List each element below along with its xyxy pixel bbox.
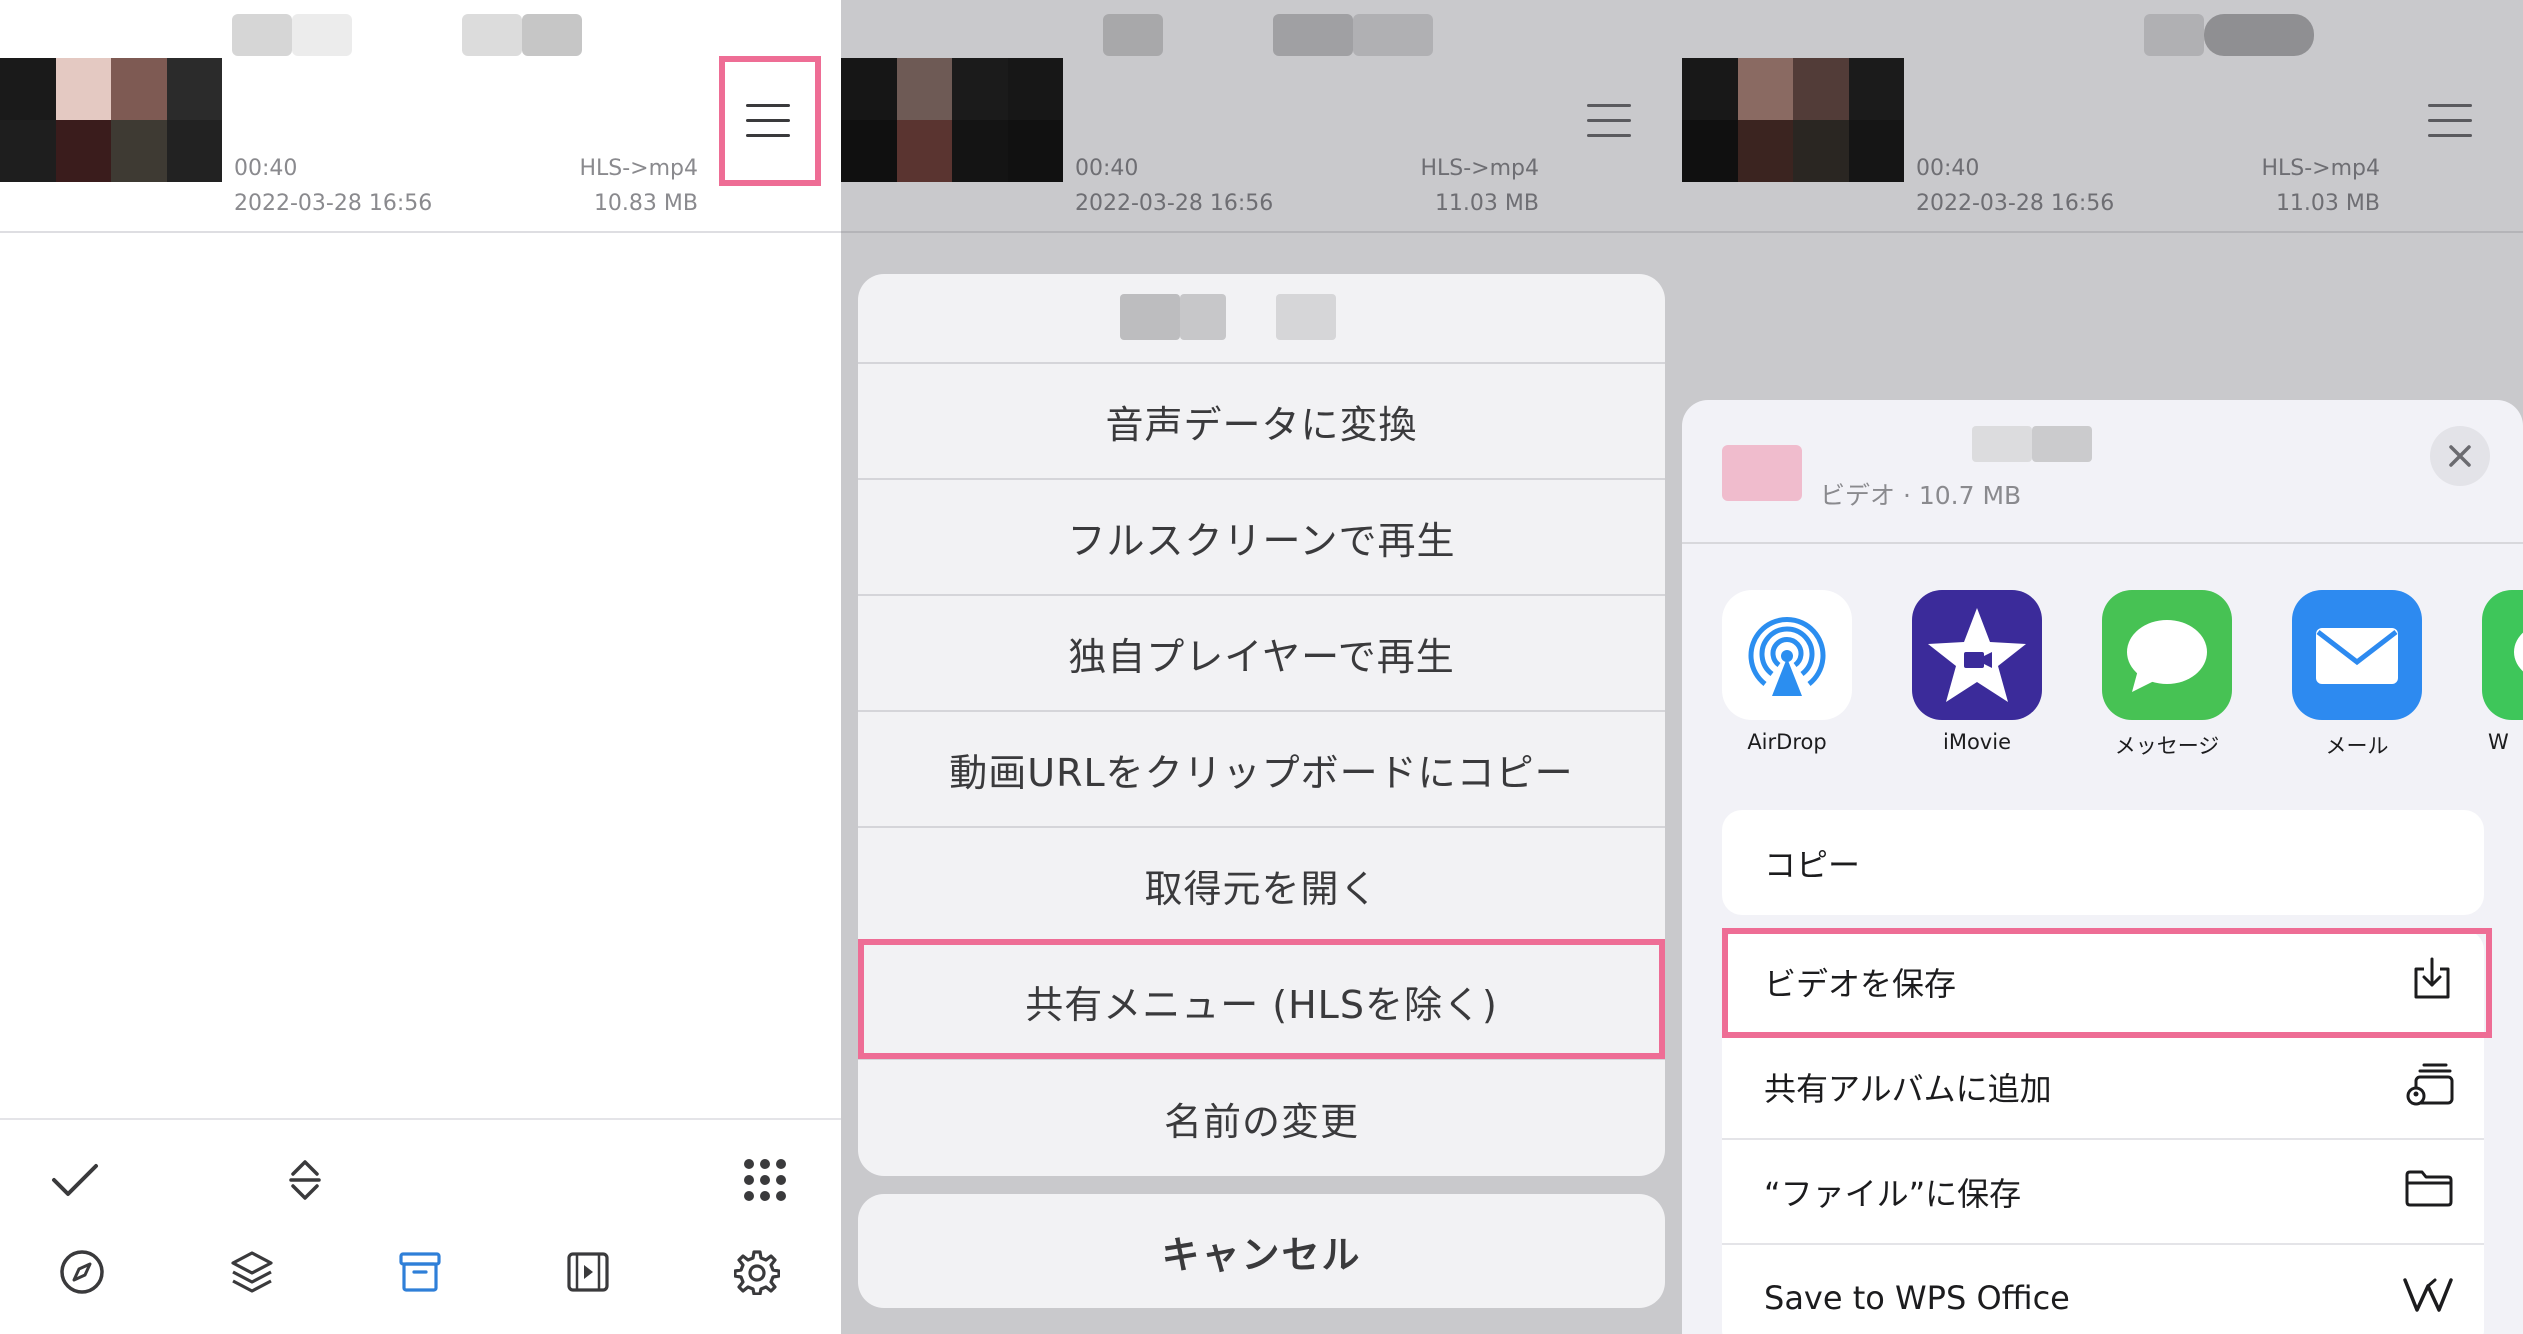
cancel-button[interactable]: キャンセル — [858, 1194, 1665, 1308]
blurred-title — [522, 14, 582, 56]
share-preview-thumbnail — [1722, 445, 1802, 501]
video-format: HLS->mp4 — [2261, 156, 2380, 181]
open-source-button[interactable]: 取得元を開く — [858, 828, 1665, 944]
video-row: 00:40 HLS->mp4 2022-03-28 16:56 11.03 MB — [841, 0, 1682, 233]
share-app-mail[interactable]: メール — [2292, 590, 2422, 760]
rename-button[interactable]: 名前の変更 — [858, 1060, 1665, 1176]
bottom-toolbar — [0, 1118, 841, 1334]
copy-action-label: コピー — [1764, 845, 1861, 884]
checkmark-icon[interactable] — [45, 1150, 105, 1210]
folder-icon — [2404, 1168, 2454, 1216]
video-format: HLS->mp4 — [1420, 156, 1539, 181]
video-player-icon[interactable] — [558, 1242, 618, 1302]
blurred-title — [1103, 14, 1163, 56]
messages-icon — [2102, 590, 2232, 720]
save-to-wps-action[interactable]: Save to WPS Office — [1722, 1245, 2484, 1334]
close-icon[interactable] — [2430, 426, 2490, 486]
share-subtitle: ビデオ · 10.7 MB — [1820, 481, 2022, 510]
blurred-title — [2144, 14, 2204, 56]
copy-url-button[interactable]: 動画URLをクリップボードにコピー — [858, 712, 1665, 828]
video-size: 11.03 MB — [1434, 191, 1539, 216]
share-app-messages[interactable]: メッセージ — [2102, 590, 2232, 760]
layers-icon[interactable] — [222, 1242, 282, 1302]
highlight-box — [719, 56, 821, 186]
mail-icon — [2292, 590, 2422, 720]
video-date: 2022-03-28 16:56 — [1075, 191, 1274, 216]
chat-app-icon — [2482, 590, 2523, 720]
video-format: HLS->mp4 — [579, 156, 698, 181]
blurred-title — [292, 14, 352, 56]
custom-player-button[interactable]: 独自プレイヤーで再生 — [858, 596, 1665, 712]
save-to-files-label: “ファイル”に保存 — [1764, 1174, 2022, 1213]
share-app-airdrop[interactable]: AirDrop — [1722, 590, 1852, 754]
save-to-wps-label: Save to WPS Office — [1764, 1278, 2070, 1317]
blurred-title — [1353, 14, 1433, 56]
blurred-title — [1972, 426, 2032, 462]
share-header: ビデオ · 10.7 MB — [1682, 400, 2523, 544]
app-label: メール — [2325, 734, 2389, 758]
wps-office-icon — [2402, 1274, 2454, 1322]
airdrop-icon — [1722, 590, 1852, 720]
video-duration: 00:40 — [1916, 156, 1980, 181]
archive-icon[interactable] — [390, 1242, 450, 1302]
menu-icon — [2428, 104, 2472, 138]
app-label: W — [2488, 730, 2509, 754]
highlight-box — [858, 939, 1665, 1059]
share-app-imovie[interactable]: iMovie — [1912, 590, 2042, 754]
imovie-star-icon — [1912, 590, 2042, 720]
share-actions-group-1: コピー — [1722, 810, 2484, 915]
copy-action[interactable]: コピー — [1722, 810, 2484, 915]
action-sheet-title — [858, 274, 1665, 364]
gear-icon[interactable] — [727, 1242, 787, 1302]
share-sheet: ビデオ · 10.7 MB AirDrop iMovie メッセージ メール W… — [1682, 400, 2523, 1334]
video-row[interactable]: 00:40 HLS->mp4 2022-03-28 16:56 10.83 MB — [0, 0, 841, 233]
video-duration: 00:40 — [1075, 156, 1139, 181]
app-label: メッセージ — [2114, 734, 2220, 758]
blurred-title — [232, 14, 292, 56]
menu-icon — [1587, 104, 1631, 138]
video-thumbnail — [841, 58, 1063, 182]
share-app-row: AirDrop iMovie メッセージ メール W — [1682, 590, 2523, 758]
panel-video-list: 00:40 HLS->mp4 2022-03-28 16:56 10.83 MB — [0, 0, 841, 1334]
panel-share-sheet: 00:40 HLS->mp4 2022-03-28 16:56 11.03 MB… — [1682, 0, 2523, 1334]
shared-album-icon — [2406, 1060, 2454, 1114]
compass-icon[interactable] — [52, 1242, 112, 1302]
app-label: iMovie — [1943, 730, 2011, 754]
highlight-box — [1722, 928, 2492, 1038]
video-row: 00:40 HLS->mp4 2022-03-28 16:56 11.03 MB — [1682, 0, 2523, 233]
video-thumbnail — [1682, 58, 1904, 182]
video-size: 10.83 MB — [593, 191, 698, 216]
sort-icon[interactable] — [275, 1150, 335, 1210]
video-date: 2022-03-28 16:56 — [234, 191, 433, 216]
video-thumbnail[interactable] — [0, 58, 222, 182]
video-size: 11.03 MB — [2275, 191, 2380, 216]
fullscreen-play-button[interactable]: フルスクリーンで再生 — [858, 480, 1665, 596]
blurred-title — [1273, 14, 1353, 56]
panel-action-sheet: 00:40 HLS->mp4 2022-03-28 16:56 11.03 MB… — [841, 0, 1682, 1334]
add-shared-album-label: 共有アルバムに追加 — [1764, 1069, 2052, 1108]
save-to-files-action[interactable]: “ファイル”に保存 — [1722, 1140, 2484, 1245]
app-label: AirDrop — [1747, 730, 1827, 754]
share-app-partial[interactable]: W — [2482, 590, 2523, 754]
blurred-title — [2204, 14, 2314, 56]
video-duration: 00:40 — [234, 156, 298, 181]
video-date: 2022-03-28 16:56 — [1916, 191, 2115, 216]
blurred-title — [2032, 426, 2092, 462]
blurred-title — [462, 14, 522, 56]
grid-dots-icon[interactable] — [735, 1150, 795, 1210]
add-shared-album-action[interactable]: 共有アルバムに追加 — [1722, 1035, 2484, 1140]
convert-audio-button[interactable]: 音声データに変換 — [858, 364, 1665, 480]
